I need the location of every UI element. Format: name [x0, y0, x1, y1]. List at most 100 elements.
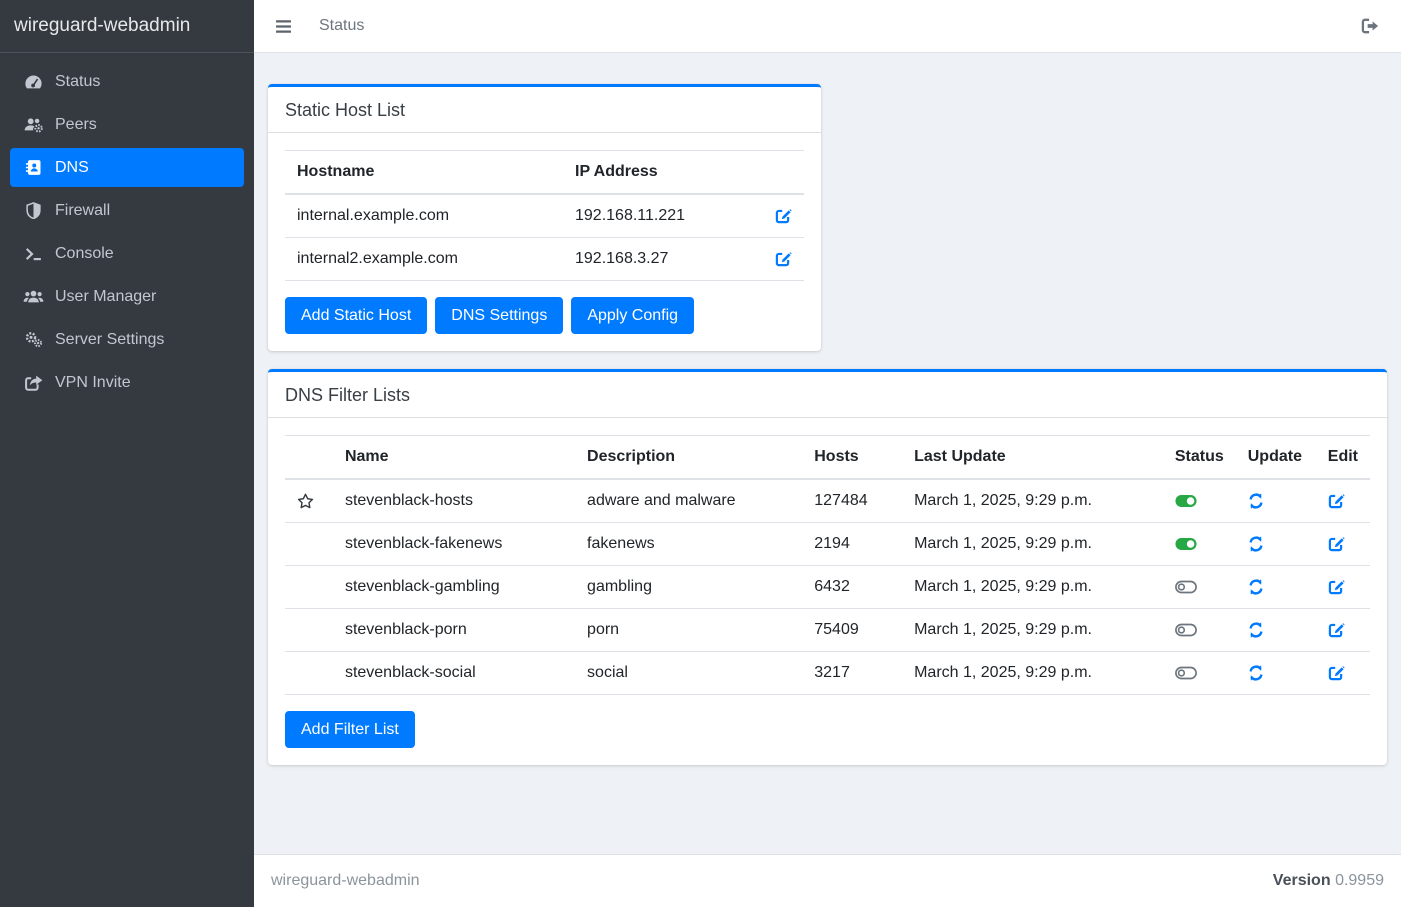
status-toggle-icon[interactable] [1175, 580, 1197, 594]
address-book-icon [20, 159, 47, 176]
sidebar-item-label: Status [55, 73, 100, 91]
description-cell: fakenews [575, 523, 802, 566]
footer: wireguard-webadmin Version 0.9959 [254, 854, 1401, 907]
share-icon [20, 375, 47, 391]
column-header-last-update: Last Update [902, 436, 1163, 480]
hosts-cell: 6432 [802, 566, 902, 609]
description-cell: adware and malware [575, 479, 802, 523]
users-gear-icon [20, 117, 47, 133]
status-toggle-icon[interactable] [1175, 666, 1197, 680]
shield-icon [20, 202, 47, 219]
sidebar-item-user-manager[interactable]: User Manager [10, 277, 244, 316]
apply-config-button[interactable]: Apply Config [571, 297, 694, 334]
column-header-hosts: Hosts [802, 436, 902, 480]
edit-icon[interactable] [775, 250, 792, 267]
static-host-card-header: Static Host List [268, 87, 821, 133]
status-toggle-icon[interactable] [1175, 494, 1197, 508]
sidebar-nav: Status Peers DNS Firewall Console User M… [0, 53, 254, 406]
sidebar-item-dns[interactable]: DNS [10, 148, 244, 187]
column-header-description: Description [575, 436, 802, 480]
add-static-host-button[interactable]: Add Static Host [285, 297, 427, 334]
table-row: internal.example.com 192.168.11.221 [285, 194, 804, 238]
hostname-cell: internal.example.com [285, 194, 563, 238]
name-cell: stevenblack-fakenews [333, 523, 575, 566]
hosts-cell: 3217 [802, 652, 902, 695]
static-host-table: Hostname IP Address internal.example.com… [285, 150, 804, 281]
description-cell: porn [575, 609, 802, 652]
sidebar-item-firewall[interactable]: Firewall [10, 191, 244, 230]
sidebar-item-console[interactable]: Console [10, 234, 244, 273]
update-sync-icon[interactable] [1248, 493, 1264, 509]
users-icon [20, 289, 47, 305]
edit-icon[interactable] [1328, 492, 1345, 509]
static-host-card: Static Host List Hostname IP Address [268, 84, 821, 351]
menu-icon[interactable] [275, 18, 292, 35]
update-sync-icon[interactable] [1248, 622, 1264, 638]
status-toggle-icon[interactable] [1175, 537, 1197, 551]
hosts-cell: 127484 [802, 479, 902, 523]
sidebar-item-vpn-invite[interactable]: VPN Invite [10, 363, 244, 402]
content: Static Host List Hostname IP Address [254, 53, 1401, 854]
update-sync-icon[interactable] [1248, 665, 1264, 681]
table-row: stevenblack-fakenews fakenews 2194 March… [285, 523, 1370, 566]
status-toggle-icon[interactable] [1175, 623, 1197, 637]
update-sync-icon[interactable] [1248, 536, 1264, 552]
edit-icon[interactable] [1328, 621, 1345, 638]
sidebar-item-label: DNS [55, 159, 89, 177]
name-cell: stevenblack-hosts [333, 479, 575, 523]
hostname-cell: internal2.example.com [285, 238, 563, 281]
brand-label: wireguard-webadmin [14, 15, 190, 37]
dns-filter-lists-card: DNS Filter Lists Name Description Hosts … [268, 369, 1387, 765]
column-header-name: Name [333, 436, 575, 480]
sidebar-item-label: VPN Invite [55, 374, 131, 392]
card-title: Static Host List [285, 100, 804, 121]
ip-cell: 192.168.11.221 [563, 194, 741, 238]
edit-icon[interactable] [1328, 535, 1345, 552]
last-update-cell: March 1, 2025, 9:29 p.m. [902, 652, 1163, 695]
column-header-ip: IP Address [563, 151, 741, 195]
name-cell: stevenblack-gambling [333, 566, 575, 609]
column-header-update: Update [1236, 436, 1316, 480]
update-sync-icon[interactable] [1248, 579, 1264, 595]
gears-icon [20, 331, 47, 348]
table-row: internal2.example.com 192.168.3.27 [285, 238, 804, 281]
dns-settings-button[interactable]: DNS Settings [435, 297, 563, 334]
sidebar-item-label: Server Settings [55, 331, 164, 349]
edit-icon[interactable] [1328, 664, 1345, 681]
version-text: Version 0.9959 [1273, 872, 1384, 890]
last-update-cell: March 1, 2025, 9:29 p.m. [902, 609, 1163, 652]
logout-icon[interactable] [1361, 18, 1380, 34]
column-header-hostname: Hostname [285, 151, 563, 195]
card-title: DNS Filter Lists [285, 385, 1370, 406]
name-cell: stevenblack-porn [333, 609, 575, 652]
sidebar: wireguard-webadmin Status Peers DNS Fire… [0, 0, 254, 907]
topbar: Status [254, 0, 1401, 53]
sidebar-item-status[interactable]: Status [10, 62, 244, 101]
app-root: wireguard-webadmin Status Peers DNS Fire… [0, 0, 1401, 907]
add-filter-list-button[interactable]: Add Filter List [285, 711, 415, 748]
main-area: Status Static Host List Hostname IP Addr… [254, 0, 1401, 907]
last-update-cell: March 1, 2025, 9:29 p.m. [902, 566, 1163, 609]
footer-brand: wireguard-webadmin [271, 872, 420, 890]
sidebar-item-label: User Manager [55, 288, 156, 306]
brand-link[interactable]: wireguard-webadmin [0, 0, 254, 53]
topbar-status-link[interactable]: Status [319, 17, 364, 35]
edit-icon[interactable] [1328, 578, 1345, 595]
column-header-actions [741, 151, 804, 195]
table-row: stevenblack-porn porn 75409 March 1, 202… [285, 609, 1370, 652]
description-cell: gambling [575, 566, 802, 609]
description-cell: social [575, 652, 802, 695]
last-update-cell: March 1, 2025, 9:29 p.m. [902, 479, 1163, 523]
column-header-star [285, 436, 333, 480]
edit-icon[interactable] [775, 207, 792, 224]
sidebar-item-peers[interactable]: Peers [10, 105, 244, 144]
terminal-icon [20, 247, 47, 261]
hosts-cell: 2194 [802, 523, 902, 566]
name-cell: stevenblack-social [333, 652, 575, 695]
dns-filter-lists-card-header: DNS Filter Lists [268, 372, 1387, 418]
sidebar-item-server-settings[interactable]: Server Settings [10, 320, 244, 359]
star-icon [297, 493, 314, 509]
sidebar-item-label: Console [55, 245, 114, 263]
dns-filter-table: Name Description Hosts Last Update Statu… [285, 435, 1370, 695]
table-row: stevenblack-gambling gambling 6432 March… [285, 566, 1370, 609]
